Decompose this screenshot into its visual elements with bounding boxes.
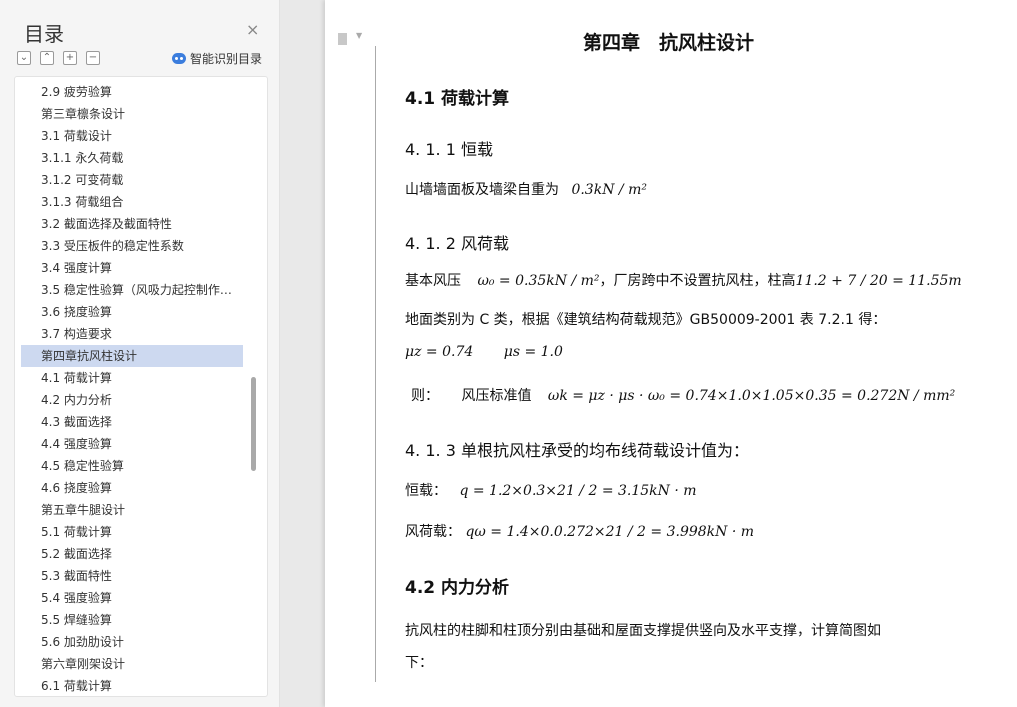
toc-item[interactable]: 第三章檩条设计 <box>15 103 249 125</box>
toc-item[interactable]: 3.2 截面选择及截面特性 <box>15 213 249 235</box>
paragraph-analysis-line2: 下： <box>405 655 433 671</box>
toc-item[interactable]: 5.1 荷载计算 <box>15 521 249 543</box>
paragraph-terrain: 地面类别为 C 类，根据《建筑结构荷载规范》GB50009-2001 表 7.2… <box>405 312 887 328</box>
remove-heading-icon[interactable]: − <box>86 51 100 65</box>
paragraph-dead-line-load: 恒载： q = 1.2×0.3×21 / 2 = 3.15kN · m <box>405 483 697 499</box>
toc-item[interactable]: 5.6 加劲肋设计 <box>15 631 249 653</box>
toc-item[interactable]: 3.3 受压板件的稳定性系数 <box>15 235 249 257</box>
toc-list-panel: 2.9 疲劳验算 第三章檩条设计 3.1 荷载设计 3.1.1 永久荷载 3.1.2 可… <box>14 76 268 697</box>
toc-sidebar: 目录 × ⌄ ⌃ + − 智能识别目录 2.9 疲劳验算 第三章檩条设计 3.1 荷… <box>0 0 280 707</box>
chapter-title: 第四章 抗风柱设计 <box>583 32 755 54</box>
toc-item[interactable]: 5.4 强度验算 <box>15 587 249 609</box>
toc-item[interactable]: 3.7 构造要求 <box>15 323 249 345</box>
toc-item[interactable]: 4.5 稳定性验算 <box>15 455 249 477</box>
section-4-1-1-heading: 4. 1. 1 恒载 <box>405 140 493 159</box>
toc-item[interactable]: 4.2 内力分析 <box>15 389 249 411</box>
toc-title: 目录 <box>24 22 64 46</box>
toc-list: 2.9 疲劳验算 第三章檩条设计 3.1 荷载设计 3.1.1 永久荷载 3.1.2 可… <box>15 81 267 696</box>
paragraph-coefficients: μz = 0.74 μs = 1.0 <box>405 344 563 360</box>
toc-item[interactable]: 3.5 稳定性验算（风吸力起控制作… <box>15 279 249 301</box>
section-4-1-heading: 4.1 荷载计算 <box>405 89 510 109</box>
toc-item[interactable]: 3.6 挠度验算 <box>15 301 249 323</box>
toc-item[interactable]: 4.1 荷载计算 <box>15 367 249 389</box>
toc-item[interactable]: 3.1 荷载设计 <box>15 125 249 147</box>
margin-line <box>375 46 376 682</box>
toc-item[interactable]: 3.1.3 荷载组合 <box>15 191 249 213</box>
toc-item[interactable]: 4.6 挠度验算 <box>15 477 249 499</box>
toc-item[interactable]: 第五章牛腿设计 <box>15 499 249 521</box>
toc-item[interactable]: 4.4 强度验算 <box>15 433 249 455</box>
toc-item[interactable]: 第四章抗风柱设计 <box>21 345 243 367</box>
toc-item[interactable]: 3.4 强度计算 <box>15 257 249 279</box>
paragraph-wind-line-load: 风荷载： qω = 1.4×0.0.272×21 / 2 = 3.998kN ·… <box>405 524 755 540</box>
paragraph-dead-load: 山墙墙面板及墙梁自重为 0.3kN / m² <box>405 182 647 198</box>
section-4-1-2-heading: 4. 1. 2 风荷载 <box>405 234 509 253</box>
collapse-all-icon[interactable]: ⌄ <box>17 51 31 65</box>
smart-toc-button[interactable]: 智能识别目录 <box>172 50 262 67</box>
toc-item[interactable]: 5.3 截面特性 <box>15 565 249 587</box>
paragraph-wind-standard: 则： 风压标准值 ωk = μz · μs · ω₀ = 0.74×1.0×1.… <box>411 388 956 404</box>
toc-item[interactable]: 3.1.1 永久荷载 <box>15 147 249 169</box>
toc-item[interactable]: 6.1 荷载计算 <box>15 675 249 696</box>
toc-toolbar: ⌄ ⌃ + − <box>17 51 100 65</box>
toc-item[interactable]: 4.3 截面选择 <box>15 411 249 433</box>
add-heading-icon[interactable]: + <box>63 51 77 65</box>
toc-scrollbar[interactable] <box>251 377 256 471</box>
paragraph-basic-wind: 基本风压 ω₀ = 0.35kN / m²，厂房跨中不设置抗风柱，柱高11.2 … <box>405 273 962 289</box>
section-4-2-heading: 4.2 内力分析 <box>405 578 510 598</box>
document-page: ▼ 第四章 抗风柱设计 4.1 荷载计算 4. 1. 1 恒载 山墙墙面板及墙梁… <box>325 0 1017 707</box>
section-4-1-3-heading: 4. 1. 3 单根抗风柱承受的均布线荷载设计值为： <box>405 441 749 460</box>
toc-item[interactable]: 5.2 截面选择 <box>15 543 249 565</box>
toc-item[interactable]: 5.5 焊缝验算 <box>15 609 249 631</box>
toc-item[interactable]: 2.9 疲劳验算 <box>15 81 249 103</box>
chevron-down-icon[interactable]: ▼ <box>356 31 362 40</box>
page-icon[interactable] <box>338 33 347 45</box>
toc-item[interactable]: 3.1.2 可变荷载 <box>15 169 249 191</box>
smart-toc-label: 智能识别目录 <box>190 52 263 66</box>
close-icon[interactable]: × <box>246 20 259 39</box>
expand-all-icon[interactable]: ⌃ <box>40 51 54 65</box>
paragraph-analysis-line1: 抗风柱的柱脚和柱顶分别由基础和屋面支撑提供竖向及水平支撑，计算简图如 <box>405 623 881 639</box>
toc-item[interactable]: 第六章刚架设计 <box>15 653 249 675</box>
ai-robot-icon <box>172 53 186 64</box>
